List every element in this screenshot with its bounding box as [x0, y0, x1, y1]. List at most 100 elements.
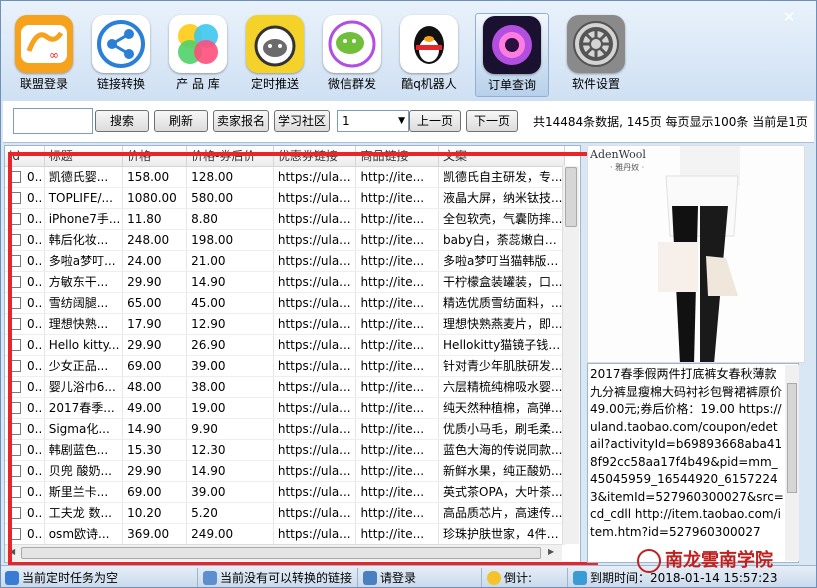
search-button[interactable]: 搜索	[95, 110, 149, 132]
row-checkbox[interactable]	[9, 402, 21, 414]
row-checkbox[interactable]	[9, 192, 21, 204]
table-row[interactable]: 0.. 工夫龙 数... 10.20 5.20 https://ula... http:/…	[5, 502, 565, 524]
svg-text:∞: ∞	[49, 48, 59, 62]
row-checkbox[interactable]	[9, 381, 21, 393]
row-checkbox[interactable]	[9, 318, 21, 330]
table-cell: http://ite...	[355, 376, 440, 398]
search-input[interactable]	[13, 108, 93, 134]
table-cell: 580.00	[186, 187, 274, 209]
page-select[interactable]: 1 ▼	[337, 110, 409, 132]
column-header[interactable]: 优惠券链接	[273, 146, 357, 167]
toolbar-item-coolq-robot[interactable]: 酷q机器人	[392, 15, 466, 92]
row-checkbox[interactable]	[9, 297, 21, 309]
table-row[interactable]: 0.. 贝兜 酸奶... 29.90 14.90 https://ula... http:…	[5, 460, 565, 482]
table-cell: 精选优质雪纺面料，...	[438, 292, 565, 314]
row-checkbox[interactable]	[9, 486, 21, 498]
refresh-button[interactable]: 刷新	[154, 110, 208, 132]
table-cell: 理想快熟燕麦片，即...	[438, 313, 565, 335]
scroll-thumb[interactable]	[565, 167, 577, 227]
row-checkbox[interactable]	[9, 339, 21, 351]
table-row[interactable]: 0.. 2017春季... 49.00 19.00 https://ula... http…	[5, 397, 565, 419]
table-row[interactable]: 0.. Hello kitty... 29.90 26.90 https://ula..…	[5, 334, 565, 356]
close-button[interactable]: ✕	[777, 7, 801, 27]
table-cell: https://ula...	[273, 187, 357, 209]
brand-subtitle: · 雅丹奴 ·	[610, 163, 645, 172]
table-cell: 29.90	[122, 334, 188, 356]
toolbar-item-software-settings[interactable]: 软件设置	[559, 15, 633, 92]
table-cell: 8.80	[186, 208, 274, 230]
table-row[interactable]: 0.. 少女正品... 69.00 39.00 https://ula... http:/…	[5, 355, 565, 377]
row-checkbox[interactable]	[9, 234, 21, 246]
table-row[interactable]: 0.. TOPLIFE/... 1080.00 580.00 https://ula..…	[5, 187, 565, 209]
table-row[interactable]: 0.. iPhone7手... 11.80 8.80 https://ula... htt…	[5, 208, 565, 230]
column-header[interactable]: 价格	[122, 146, 188, 167]
brand-name: AdenWool	[590, 148, 646, 161]
table-cell: http://ite...	[355, 523, 440, 545]
column-header[interactable]: id	[5, 146, 45, 167]
description-scrollbar[interactable]	[785, 365, 799, 561]
toolbar-item-label: 订单查询	[487, 78, 536, 92]
table-cell: https://ula...	[273, 481, 357, 503]
column-header[interactable]: 价格-券后价	[186, 146, 274, 167]
table-row[interactable]: 0.. 韩剧蓝色... 15.30 12.30 https://ula... http:/…	[5, 439, 565, 461]
row-checkbox[interactable]	[9, 465, 21, 477]
scroll-thumb[interactable]	[21, 547, 541, 559]
row-checkbox[interactable]	[9, 507, 21, 519]
table-cell: 斯里兰卡...	[44, 481, 124, 503]
scroll-right-icon[interactable]: ▶	[548, 547, 554, 556]
toolbar-item-scheduled-push[interactable]: 定时推送	[238, 15, 312, 92]
row-checkbox[interactable]	[9, 276, 21, 288]
row-checkbox[interactable]	[9, 360, 21, 372]
table-cell: https://ula...	[273, 376, 357, 398]
row-checkbox[interactable]	[9, 213, 21, 225]
prev-page-button[interactable]: 上一页	[409, 110, 461, 132]
toolbar-item-order-query[interactable]: 订单查询	[475, 13, 549, 97]
table-cell: 48.00	[122, 376, 188, 398]
column-header[interactable]: 商品链接	[355, 146, 440, 167]
table-cell: https://ula...	[273, 313, 357, 335]
table-cell: 38.00	[186, 376, 274, 398]
toolbar: ∞ 联盟登录 链接转换 产 品 库 定时推送 微信群发 酷q机器人 订单查询 软…	[1, 1, 816, 101]
table-cell: http://ite...	[355, 334, 440, 356]
id-cell: 0..	[5, 187, 45, 209]
table-cell: http://ite...	[355, 187, 440, 209]
table-row[interactable]: 0.. osm欧诗... 369.00 249.00 https://ula... htt…	[5, 523, 565, 545]
table-cell: http://ite...	[355, 208, 440, 230]
row-checkbox[interactable]	[9, 255, 21, 267]
table-cell: http://ite...	[355, 397, 440, 419]
table-cell: http://ite...	[355, 355, 440, 377]
scroll-left-icon[interactable]: ◀	[9, 547, 15, 556]
id-cell: 0..	[5, 460, 45, 482]
seller-signup-button[interactable]: 卖家报名	[213, 110, 269, 132]
toolbar-item-product-library[interactable]: 产 品 库	[161, 15, 235, 92]
table-row[interactable]: 0.. 方敏东干... 29.90 14.90 https://ula... http:/…	[5, 271, 565, 293]
table-row[interactable]: 0.. 斯里兰卡... 69.00 39.00 https://ula... http:/…	[5, 481, 565, 503]
column-header[interactable]: 标题	[44, 146, 124, 167]
row-checkbox[interactable]	[9, 528, 21, 540]
table-row[interactable]: 0.. 凯德氏婴... 158.00 128.00 https://ula... http…	[5, 166, 565, 188]
column-header[interactable]: 文案	[438, 146, 565, 167]
table-row[interactable]: 0.. 多啦a梦叮... 24.00 21.00 https://ula... http:…	[5, 250, 565, 272]
table-row[interactable]: 0.. 韩后化妆... 248.00 198.00 https://ula... http…	[5, 229, 565, 251]
table-cell: 高品质芯片，高速传...	[438, 502, 565, 524]
scroll-thumb[interactable]	[787, 383, 797, 493]
table-row[interactable]: 0.. 雪纺阔腿... 65.00 45.00 https://ula... http:/…	[5, 292, 565, 314]
toolbar-item-wechat-broadcast[interactable]: 微信群发	[315, 15, 389, 92]
next-page-button[interactable]: 下一页	[466, 110, 518, 132]
toolbar-item-label: 软件设置	[571, 77, 620, 91]
status-login[interactable]: 请登录	[363, 569, 416, 587]
toolbar-item-union-login[interactable]: ∞ 联盟登录	[7, 15, 81, 92]
row-checkbox[interactable]	[9, 444, 21, 456]
table-cell: 369.00	[122, 523, 188, 545]
row-checkbox[interactable]	[9, 171, 21, 183]
row-checkbox[interactable]	[9, 423, 21, 435]
learning-community-button[interactable]: 学习社区	[274, 110, 330, 132]
id-cell: 0..	[5, 292, 45, 314]
table-row[interactable]: 0.. Sigma化... 14.90 9.90 https://ula... http:…	[5, 418, 565, 440]
table-horizontal-scrollbar[interactable]: ◀ ▶	[5, 544, 562, 561]
table-row[interactable]: 0.. 婴儿浴巾6... 48.00 38.00 https://ula... http:…	[5, 376, 565, 398]
table-vertical-scrollbar[interactable]	[562, 166, 579, 544]
status-divider	[357, 568, 358, 587]
table-row[interactable]: 0.. 理想快熟... 17.90 12.90 https://ula... http:/…	[5, 313, 565, 335]
toolbar-item-link-convert[interactable]: 链接转换	[84, 15, 158, 92]
